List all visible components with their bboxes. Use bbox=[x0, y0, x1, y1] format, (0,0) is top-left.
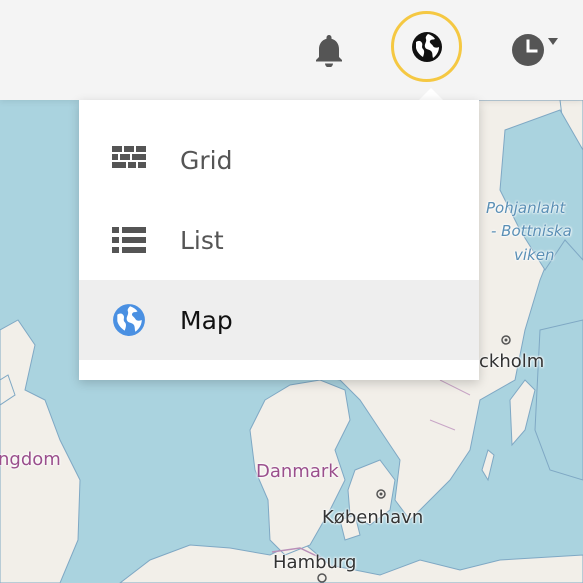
view-switcher-button[interactable] bbox=[391, 11, 462, 82]
map-label-united-kingdom: ngdom bbox=[0, 449, 61, 470]
menu-item-grid[interactable]: Grid bbox=[79, 120, 479, 200]
globe-icon bbox=[411, 31, 442, 62]
map-label-stockholm: ckholm bbox=[479, 351, 545, 372]
menu-item-label: Map bbox=[180, 305, 233, 335]
history-button[interactable] bbox=[505, 28, 565, 72]
map-label-gulf-of-bothnia-3: viken bbox=[514, 246, 555, 264]
map-label-danmark: Danmark bbox=[256, 461, 339, 482]
map-label-kobenhavn: København bbox=[322, 507, 424, 528]
clock-icon bbox=[512, 34, 544, 66]
menu-caret bbox=[419, 88, 443, 100]
grid-icon bbox=[111, 142, 147, 178]
top-bar bbox=[0, 0, 583, 100]
bell-icon bbox=[316, 35, 342, 67]
notifications-button[interactable] bbox=[306, 28, 352, 72]
list-icon bbox=[111, 222, 147, 258]
view-menu: Grid List Map bbox=[79, 100, 479, 380]
menu-item-label: List bbox=[180, 225, 224, 255]
caret-down-icon bbox=[548, 38, 558, 45]
map-label-gulf-of-bothnia-2: - Bottniska bbox=[491, 222, 572, 240]
map-label-hamburg: Hamburg bbox=[273, 552, 357, 573]
map-label-gulf-of-bothnia-1: Pohjanlaht bbox=[486, 199, 566, 217]
menu-item-list[interactable]: List bbox=[79, 200, 479, 280]
menu-item-map[interactable]: Map bbox=[79, 280, 479, 360]
globe-icon bbox=[111, 302, 147, 338]
menu-item-label: Grid bbox=[180, 145, 233, 175]
